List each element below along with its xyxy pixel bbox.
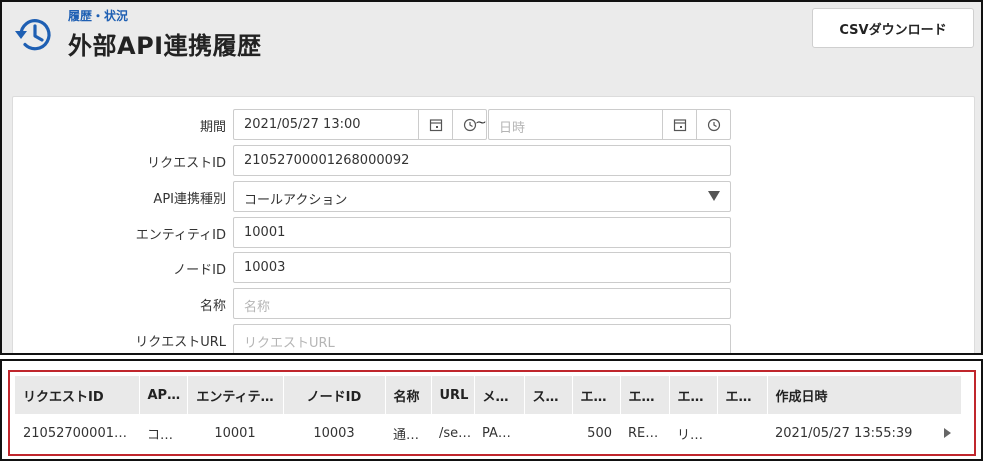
entity-id-input[interactable]: 10001 (233, 217, 731, 248)
clock-icon[interactable] (696, 110, 730, 139)
search-form: 期間 2021/05/27 13:00 ~ 日時 リクエストID 2105270… (12, 96, 975, 353)
column-header-node-id[interactable]: ノードID (283, 376, 386, 414)
node-id-input[interactable]: 10003 (233, 252, 731, 283)
cell-error-3: リ… (669, 414, 717, 452)
period-row: 期間 2021/05/27 13:00 ~ 日時 (13, 109, 974, 140)
cell-error-1: 500 (572, 414, 620, 452)
request-id-label: リクエストID (147, 156, 226, 171)
period-start-field[interactable]: 2021/05/27 13:00 (233, 109, 487, 140)
column-header-error-2[interactable]: エ… (620, 376, 670, 414)
name-label: 名称 (199, 299, 226, 314)
cell-request-id: 21052700001… (15, 414, 139, 452)
dropdown-arrow-icon (708, 191, 720, 201)
column-header-method[interactable]: メ… (474, 376, 525, 414)
name-row: 名称 名称 (13, 288, 974, 319)
column-header-status[interactable]: ス… (524, 376, 573, 414)
request-url-row: リクエストURL リクエストURL (13, 324, 974, 353)
cell-entity-id: 10001 (187, 414, 283, 452)
api-type-select[interactable]: コールアクション (233, 181, 731, 212)
api-type-row: API連携種別 コールアクション (13, 181, 974, 212)
table-header-row: リクエストID AP… エンティテ… ノードID 名称 URL メ… ス… エ…… (15, 376, 962, 414)
history-icon (15, 19, 51, 51)
period-end-placeholder: 日時 (499, 121, 526, 136)
column-header-error-3[interactable]: エ… (669, 376, 718, 414)
column-header-name[interactable]: 名称 (385, 376, 432, 414)
page-header: 履歴・状況 外部API連携履歴 CSVダウンロード (2, 2, 981, 78)
period-label: 期間 (199, 120, 226, 135)
cell-url: /se… (431, 414, 474, 452)
name-input[interactable]: 名称 (233, 288, 731, 319)
period-start-value: 2021/05/27 13:00 (244, 117, 361, 132)
request-id-input[interactable]: 21052700001268000092 (233, 145, 731, 176)
request-url-label: リクエストURL (135, 335, 226, 350)
search-panel: 履歴・状況 外部API連携履歴 CSVダウンロード 期間 2021/05/27 … (0, 0, 983, 355)
cell-error-2: RE… (620, 414, 669, 452)
breadcrumb[interactable]: 履歴・状況 (68, 7, 128, 24)
cell-node-id: 10003 (283, 414, 385, 452)
column-header-api-type[interactable]: AP… (139, 376, 188, 414)
period-end-field[interactable]: 日時 (488, 109, 731, 140)
calendar-icon[interactable] (662, 110, 696, 139)
cell-method: PA… (474, 414, 524, 452)
cell-error-4 (717, 414, 767, 452)
results-table: リクエストID AP… エンティテ… ノードID 名称 URL メ… ス… エ…… (15, 376, 962, 452)
column-header-request-id[interactable]: リクエストID (15, 376, 140, 414)
cell-api-type: コ… (139, 414, 187, 452)
node-id-label: ノードID (173, 263, 226, 278)
api-type-label: API連携種別 (153, 192, 226, 207)
cell-created-at: 2021/05/27 13:55:39 (767, 414, 961, 452)
period-separator: ~ (475, 115, 487, 131)
results-panel: リクエストID AP… エンティテ… ノードID 名称 URL メ… ス… エ…… (0, 359, 983, 461)
csv-download-button[interactable]: CSVダウンロード (812, 8, 974, 48)
calendar-icon[interactable] (418, 110, 452, 139)
cell-name: 通… (385, 414, 431, 452)
node-id-row: ノードID 10003 (13, 252, 974, 283)
page-title: 外部API連携履歴 (68, 32, 262, 60)
request-id-row: リクエストID 21052700001268000092 (13, 145, 974, 176)
entity-id-row: エンティティID 10001 (13, 217, 974, 248)
column-header-error-4[interactable]: エ… (717, 376, 768, 414)
request-url-input[interactable]: リクエストURL (233, 324, 731, 353)
column-header-url[interactable]: URL (431, 376, 475, 414)
column-header-created-at[interactable]: 作成日時 (767, 376, 962, 414)
results-table-frame: リクエストID AP… エンティテ… ノードID 名称 URL メ… ス… エ…… (8, 370, 976, 456)
api-type-value: コールアクション (244, 193, 348, 208)
table-row[interactable]: 21052700001… コ… 10001 10003 通… /se… PA… … (15, 414, 961, 452)
entity-id-label: エンティティID (135, 228, 226, 243)
cell-status (524, 414, 572, 452)
row-expand-arrow-icon[interactable] (944, 428, 951, 438)
column-header-entity-id[interactable]: エンティテ… (187, 376, 284, 414)
column-header-error-1[interactable]: エ… (572, 376, 621, 414)
